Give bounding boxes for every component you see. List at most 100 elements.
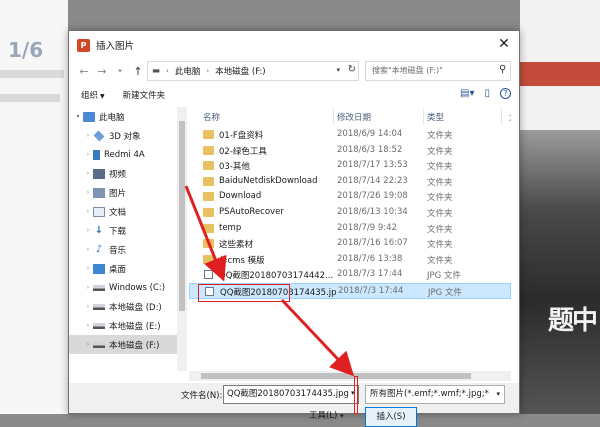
insert-button[interactable]: 插入(S) — [365, 407, 417, 427]
tree-item[interactable]: › 文档 — [69, 202, 177, 221]
new-folder-button[interactable]: 新建文件夹 — [123, 89, 166, 101]
organize-menu[interactable]: 组织 ▼ — [81, 89, 105, 101]
horizontal-scrollbar[interactable] — [189, 371, 511, 381]
chevron-right-icon[interactable]: › — [83, 170, 93, 177]
tree-item[interactable]: › 本地磁盘 (F:) — [69, 335, 177, 354]
back-arrow-icon[interactable]: ← — [75, 61, 93, 81]
file-row[interactable]: BaiduNetdiskDownload 2018/7/14 22:23 文件夹 — [189, 174, 511, 190]
file-row[interactable]: QQ截图20180703174442... 2018/7/3 17:44 JPG 文… — [189, 267, 511, 283]
tree-item[interactable]: › Redmi 4A — [69, 145, 177, 164]
picture-icon — [93, 187, 105, 198]
help-icon[interactable]: ? — [500, 88, 511, 99]
tree-item-label: 图片 — [109, 188, 127, 199]
file-type-select[interactable]: 所有图片(*.emf;*.wmf;*.jpg;* ▾ — [365, 385, 505, 404]
chevron-down-icon[interactable]: ▾ — [73, 113, 83, 120]
music-icon: ♪ — [95, 243, 103, 255]
view-options-icon[interactable]: ▤▾ — [460, 88, 474, 99]
folder-icon — [203, 161, 214, 171]
background-photo: 题中 — [520, 0, 600, 414]
filename-input[interactable]: QQ截图20180703174435.jpg — [223, 385, 359, 404]
tree-item[interactable]: › ↓ 下载 — [69, 221, 177, 240]
navigation-scrollbar[interactable] — [177, 107, 187, 371]
column-size[interactable]: 大 — [509, 111, 511, 123]
up-arrow-icon[interactable]: ↑ — [129, 61, 147, 81]
breadcrumb-separator-icon[interactable]: › — [206, 67, 209, 75]
file-date: 2018/7/6 13:38 — [337, 253, 403, 264]
chevron-right-icon[interactable]: › — [83, 265, 93, 272]
file-type: 文件夹 — [427, 162, 453, 173]
file-name: 这些素材 — [219, 240, 254, 251]
file-type: JPG 文件 — [427, 271, 461, 282]
scrollbar-thumb[interactable] — [201, 373, 471, 379]
file-type: 文件夹 — [427, 131, 453, 141]
powerpoint-icon: P — [77, 38, 90, 52]
file-row[interactable]: 02-绿色工具 2018/6/3 18:52 文件夹 — [189, 143, 511, 159]
column-divider[interactable] — [423, 109, 424, 125]
column-name[interactable]: 名称 — [203, 111, 220, 123]
computer-small-icon: ▬ — [152, 66, 161, 76]
column-divider[interactable] — [501, 109, 502, 125]
file-name: QQ截图20180703174442... — [219, 271, 334, 282]
file-row[interactable]: 华cms 模版 2018/7/6 13:38 文件夹 — [189, 252, 511, 268]
folder-icon — [203, 145, 214, 155]
filename-label: 文件名(N): — [181, 391, 223, 401]
chevron-right-icon[interactable]: › — [83, 227, 93, 234]
tree-item[interactable]: › 桌面 — [69, 259, 177, 278]
tree-item[interactable]: ▾ 此电脑 — [69, 107, 177, 126]
column-date[interactable]: 修改日期 — [337, 111, 371, 123]
tree-item[interactable]: › 3D 对象 — [69, 126, 177, 145]
file-row[interactable]: 01-F盘资料 2018/6/9 14:04 文件夹 — [189, 127, 511, 143]
breadcrumb-this-pc[interactable]: 此电脑 — [175, 65, 201, 77]
chevron-right-icon[interactable]: › — [83, 151, 93, 158]
file-row[interactable]: temp 2018/7/9 9:42 文件夹 — [189, 221, 511, 237]
tree-item[interactable]: › 图片 — [69, 183, 177, 202]
tree-item-label: 文档 — [109, 207, 127, 218]
tree-item-label: 视频 — [109, 169, 127, 180]
refresh-icon[interactable]: ↻ — [348, 64, 356, 75]
file-name: PSAutoRecover — [219, 206, 284, 217]
file-name: Download — [219, 191, 262, 202]
chevron-right-icon[interactable]: › — [83, 322, 93, 329]
tree-item[interactable]: › Windows (C:) — [69, 278, 177, 297]
tree-item[interactable]: › ♪ 音乐 — [69, 240, 177, 259]
search-input[interactable]: 搜索"本地磁盘 (F:)" — [365, 61, 511, 81]
chevron-right-icon[interactable]: › — [83, 284, 93, 291]
tree-item[interactable]: › 本地磁盘 (E:) — [69, 316, 177, 335]
preview-pane-icon[interactable]: ▯ — [484, 88, 490, 99]
tree-item[interactable]: › 视频 — [69, 164, 177, 183]
chevron-right-icon[interactable]: › — [83, 246, 93, 253]
file-type: 文件夹 — [427, 177, 453, 188]
forward-arrow-icon[interactable]: → — [93, 61, 111, 81]
address-row: ← → ▾ ↑ ▬ › 此电脑 › 本地磁盘 (F:) ▾ ↻ 搜索"本地磁盘 … — [69, 59, 519, 83]
chevron-right-icon[interactable]: › — [83, 132, 93, 139]
file-row[interactable]: 这些素材 2018/7/16 16:07 文件夹 — [189, 236, 511, 252]
chevron-right-icon[interactable]: › — [83, 341, 93, 348]
scrollbar-thumb[interactable] — [179, 121, 185, 311]
search-icon[interactable]: ⚲ — [499, 64, 515, 75]
highlight-insert-button — [354, 376, 358, 414]
folder-icon — [203, 176, 214, 186]
recent-locations-chevron-icon[interactable]: ▾ — [111, 61, 129, 81]
tools-menu[interactable]: 工具(L) ▾ — [309, 409, 344, 421]
chevron-right-icon[interactable]: › — [83, 189, 93, 196]
file-type: 文件夹 — [427, 146, 453, 157]
column-divider[interactable] — [333, 109, 334, 125]
file-name: 01-F盘资料 — [219, 131, 264, 141]
drive-icon — [93, 322, 105, 329]
title-bar[interactable]: P 插入图片 ✕ — [69, 31, 519, 59]
address-bar[interactable]: ▬ › 此电脑 › 本地磁盘 (F:) ▾ ↻ — [147, 61, 359, 81]
file-row[interactable]: Download 2018/7/26 19:08 文件夹 — [189, 189, 511, 205]
chevron-right-icon[interactable]: › — [83, 208, 93, 215]
breadcrumb-separator-icon[interactable]: › — [166, 67, 169, 75]
chevron-right-icon[interactable]: › — [83, 303, 93, 310]
file-row[interactable]: PSAutoRecover 2018/6/13 10:34 文件夹 — [189, 205, 511, 221]
column-type[interactable]: 类型 — [427, 111, 444, 123]
address-dropdown-icon[interactable]: ▾ — [336, 66, 340, 74]
folder-icon — [203, 207, 214, 217]
background-document: 1/6 — [0, 0, 68, 414]
file-date: 2018/6/13 10:34 — [337, 206, 408, 217]
file-row[interactable]: 03-其他 2018/7/17 13:53 文件夹 — [189, 158, 511, 174]
breadcrumb-drive-f[interactable]: 本地磁盘 (F:) — [215, 65, 265, 77]
tree-item[interactable]: › 本地磁盘 (D:) — [69, 297, 177, 316]
close-button[interactable]: ✕ — [489, 31, 519, 57]
